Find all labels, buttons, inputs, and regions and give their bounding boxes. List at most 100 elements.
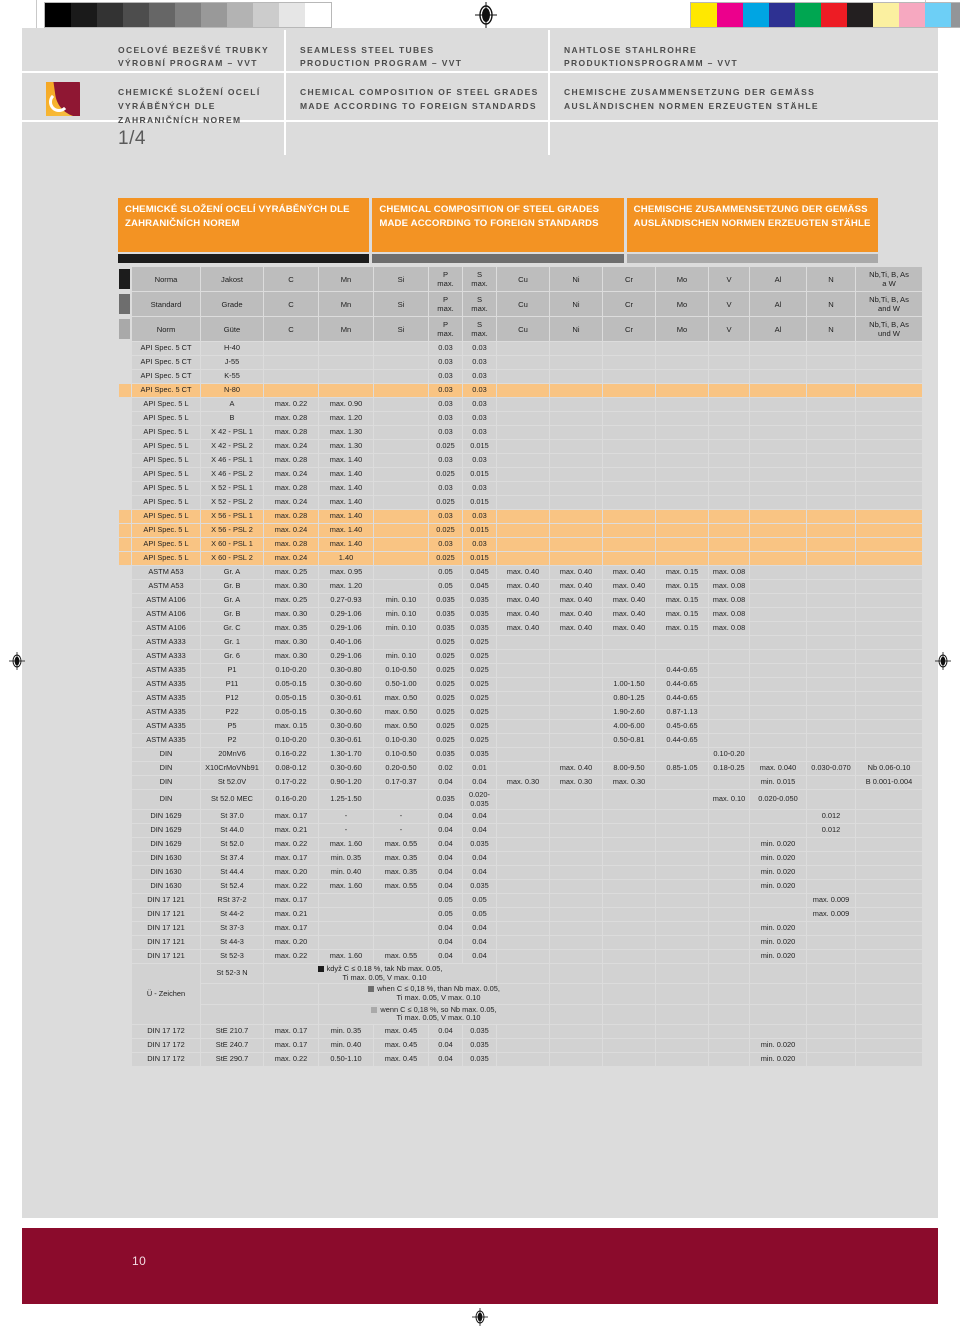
cell-line: 0.035 xyxy=(470,749,489,759)
grey-swatch-8 xyxy=(253,3,279,27)
cell-line: 0.035 xyxy=(470,881,489,891)
table-cell-4 xyxy=(374,370,428,383)
table-cell-9 xyxy=(603,908,655,922)
table-cell-10 xyxy=(656,908,708,922)
table-cell-13 xyxy=(807,880,855,894)
color-swatch-2 xyxy=(743,3,769,27)
cell-line: DIN 17 121 xyxy=(147,923,185,933)
cell-line: 0.02 xyxy=(438,763,453,773)
cell-line: API Spec. 5 L xyxy=(143,469,189,479)
cell-line: StE 290.7 xyxy=(215,1053,249,1063)
tone-bar-dark xyxy=(118,254,370,263)
table-cell-6: 0.04 xyxy=(463,950,496,964)
cell-line: 1.25-1.50 xyxy=(330,794,362,804)
table-cell-1: X 52 - PSL 1 xyxy=(201,482,263,495)
table-cell-9 xyxy=(603,538,655,551)
tone-swatch-icon xyxy=(119,294,130,314)
cell-line: St 37-3 xyxy=(220,923,244,933)
table-cell-0: DIN xyxy=(132,790,200,810)
table-cell-1: P12 xyxy=(201,692,263,705)
cell-line: 0.80-1.25 xyxy=(613,693,645,703)
print-calibration-bar xyxy=(0,0,960,30)
color-swatch-7 xyxy=(873,3,899,27)
table-cell-3: - xyxy=(319,824,373,838)
table-cell-1: Gr. C xyxy=(201,622,263,635)
table-cell-2: 0.16-0.22 xyxy=(264,748,318,761)
table-cell-5: 0.025 xyxy=(429,664,462,677)
cell-line: min. 0.020 xyxy=(760,839,796,849)
cell-line: 0.04 xyxy=(472,937,487,947)
table-cell-9 xyxy=(603,1038,655,1052)
table-cell-9: max. 0.30 xyxy=(603,776,655,789)
table-cell-0: DIN 17 121 xyxy=(132,922,200,936)
table-cell-14 xyxy=(856,412,922,425)
table-cell-9 xyxy=(603,496,655,509)
table-row: DIN 1629 St 52.0 max. 0.22 max. 1.60 max. 0.… xyxy=(119,838,923,852)
cell-line: max. 0.50 xyxy=(384,721,418,731)
table-cell-10: 0.45-0.65 xyxy=(656,720,708,733)
cell-line: 0.50-1.00 xyxy=(385,679,417,689)
table-cell-7 xyxy=(497,692,549,705)
table-cell-12 xyxy=(750,342,806,355)
table-cell-8 xyxy=(550,412,602,425)
table-cell-9: 0.50-0.81 xyxy=(603,734,655,747)
cell-line: 0.025 xyxy=(436,735,455,745)
row-gutter xyxy=(119,678,131,691)
table-cell-5: 0.025 xyxy=(429,720,462,733)
table-cell-0: ASTM A335 xyxy=(132,734,200,747)
cell-line: P11 xyxy=(225,679,239,689)
column-header-de-11: V xyxy=(709,317,749,341)
color-swatch-6 xyxy=(847,3,873,27)
table-row: DIN 17 121 RSt 37-2 max. 0.17 0.05 0.05 max… xyxy=(119,894,923,908)
table-cell-10 xyxy=(656,468,708,481)
color-swatch-10 xyxy=(951,3,960,27)
header-subtitle-de-line1: CHEMISCHE ZUSAMMENSETZUNG DER GEMÄSS xyxy=(564,87,816,97)
cell-line: ASTM A335 xyxy=(146,707,186,717)
tone-bar-mid xyxy=(372,254,624,263)
cell-line: 0.03 xyxy=(472,343,487,353)
cell-line: DIN xyxy=(159,794,173,804)
cell-line: 0.05 xyxy=(472,909,487,919)
table-cell-1: St 37.0 xyxy=(201,810,263,824)
table-cell-1: StE 210.7 xyxy=(201,1024,263,1038)
table-cell-4 xyxy=(374,384,428,397)
uzeichen-grade xyxy=(264,1004,318,1024)
table-row: DIN St 52.0 MEC 0.16-0.20 1.25-1.50 0.035 0.… xyxy=(119,790,923,810)
cell-line: max. 0.30 xyxy=(274,651,308,661)
table-cell-14 xyxy=(856,594,922,607)
uzeichen-grade xyxy=(264,984,318,1004)
cell-line: St 44-2 xyxy=(220,909,244,919)
column-header-line: max. xyxy=(437,304,454,313)
cell-line: 0.030-0.070 xyxy=(811,763,851,773)
cell-line: Gr. 6 xyxy=(223,651,241,661)
table-cell-6: 0.04 xyxy=(463,776,496,789)
cell-line: 0.30-0.60 xyxy=(330,721,362,731)
table-cell-0: API Spec. 5 L xyxy=(132,482,200,495)
table-cell-12 xyxy=(750,370,806,383)
table-cell-0: API Spec. 5 L xyxy=(132,440,200,453)
table-cell-14 xyxy=(856,1038,922,1052)
table-cell-6: 0.03 xyxy=(463,412,496,425)
table-cell-12 xyxy=(750,1024,806,1038)
cell-line: 0.10-0.20 xyxy=(275,735,307,745)
table-cell-9 xyxy=(603,880,655,894)
table-cell-8 xyxy=(550,852,602,866)
row-gutter xyxy=(119,824,131,837)
cell-line: 0.04 xyxy=(472,811,487,821)
column-header-line: Nb,Ti, B, As xyxy=(869,320,909,329)
cell-line: ASTM A335 xyxy=(146,721,186,731)
table-cell-7: max. 0.30 xyxy=(497,776,549,789)
table-cell-4: 0.10-0.30 xyxy=(374,734,428,747)
table-cell-11 xyxy=(709,426,749,439)
cell-line: 0.04 xyxy=(438,1025,453,1035)
logo-arc-shape xyxy=(49,92,69,112)
language-tone-swatch-cs xyxy=(119,267,131,291)
table-cell-8 xyxy=(550,664,602,677)
cell-line: max. 0.20 xyxy=(274,867,308,877)
table-cell-13 xyxy=(807,482,855,495)
table-cell-2: 0.16-0.20 xyxy=(264,790,318,810)
cell-line: DIN 17 172 xyxy=(147,1039,185,1049)
table-cell-7 xyxy=(497,1038,549,1052)
table-cell-13 xyxy=(807,1024,855,1038)
cell-line: max. 1.40 xyxy=(329,483,363,493)
